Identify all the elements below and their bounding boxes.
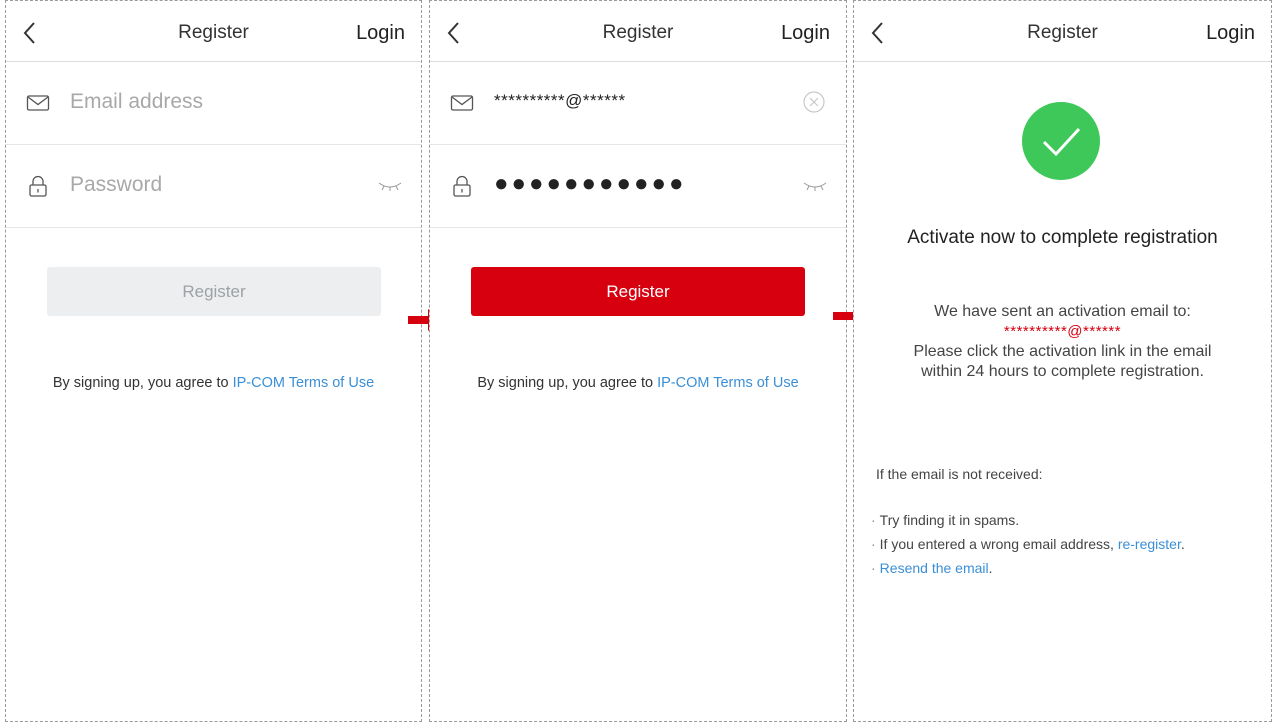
register-screen-empty: Register Login Register By signing up, y…	[5, 0, 422, 722]
closed-eye-icon[interactable]	[377, 180, 403, 192]
email-field-row	[6, 61, 421, 145]
login-button[interactable]: Login	[1206, 22, 1255, 45]
terms-text: By signing up, you agree to	[477, 375, 658, 391]
envelope-icon	[450, 95, 474, 111]
login-button[interactable]: Login	[356, 22, 405, 45]
help-item-punct: .	[988, 560, 993, 576]
help-heading: If the email is not received:	[876, 466, 1043, 482]
help-list: · Try finding it in spams. · If you entere…	[871, 508, 1185, 580]
help-item: · Resend the email.	[871, 560, 993, 576]
terms-link[interactable]: IP-COM Terms of Use	[233, 375, 375, 391]
email-input[interactable]	[70, 87, 361, 117]
sent-line: We have sent an activation email to:	[934, 303, 1191, 320]
help-item-punct: .	[1180, 536, 1185, 552]
envelope-icon	[26, 95, 50, 111]
email-field-row: **********@******	[430, 61, 846, 145]
password-input[interactable]: ●●●●●●●●●●●	[494, 170, 786, 200]
clear-circle-icon[interactable]	[802, 90, 826, 114]
terms-text: By signing up, you agree to	[52, 375, 233, 391]
help-item: · If you entered a wrong email address, r…	[871, 536, 1185, 552]
re-register-link[interactable]: re-register	[1118, 536, 1181, 552]
nav-bar: Register Login	[6, 1, 421, 62]
terms-link[interactable]: IP-COM Terms of Use	[657, 375, 799, 391]
register-screen-filled: Register Login **********@****** ●●●●●●●…	[429, 0, 847, 722]
lock-icon	[29, 175, 47, 197]
check-circle-icon	[1022, 102, 1100, 180]
activation-message: We have sent an activation email to: ***…	[854, 302, 1271, 382]
register-button-disabled[interactable]: Register	[47, 267, 381, 316]
nav-bar: Register Login	[854, 1, 1271, 62]
instruction-line-1: Please click the activation link in the …	[913, 343, 1212, 360]
login-button[interactable]: Login	[781, 22, 830, 45]
password-input[interactable]	[70, 170, 361, 200]
resend-email-link[interactable]: Resend the email	[880, 560, 989, 576]
sent-email: **********@******	[1003, 323, 1122, 340]
help-item-text: Try finding it in spams.	[879, 512, 1020, 528]
password-field-row: ●●●●●●●●●●●	[430, 144, 846, 228]
nav-bar: Register Login	[430, 1, 846, 62]
instruction-line-2: within 24 hours to complete registration…	[921, 363, 1204, 380]
email-input[interactable]: **********@******	[494, 91, 786, 121]
closed-eye-icon[interactable]	[802, 180, 828, 192]
activate-heading: Activate now to complete registration	[907, 227, 1218, 248]
terms-notice: By signing up, you agree to IP-COM Terms…	[430, 375, 846, 391]
help-item-text: If you entered a wrong email address,	[879, 536, 1118, 552]
register-button[interactable]: Register	[471, 267, 805, 316]
terms-notice: By signing up, you agree to IP-COM Terms…	[6, 375, 421, 391]
activation-screen: Register Login Activate now to complete …	[853, 0, 1272, 722]
help-item: · Try finding it in spams.	[871, 512, 1020, 528]
lock-icon	[453, 175, 471, 197]
password-field-row	[6, 144, 421, 228]
